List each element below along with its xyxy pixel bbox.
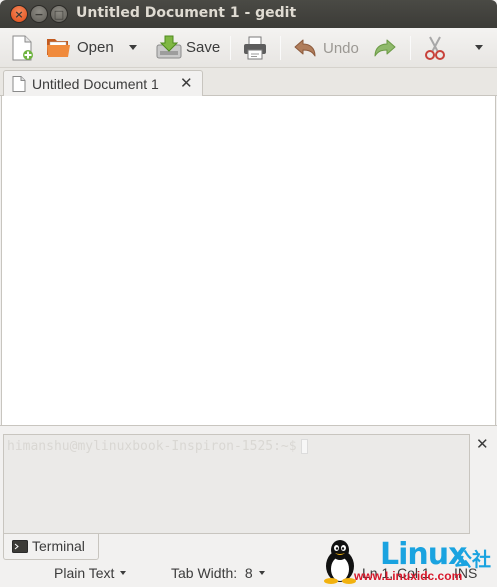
cut-button[interactable] [424,36,446,60]
tab-width-selector[interactable]: Tab Width: 8 [171,565,265,581]
minimize-icon: − [34,7,44,21]
terminal-prompt: himanshu@mylinuxbook-Inspiron-1525:~$ [7,439,297,454]
terminal-icon [12,540,28,553]
tab-label: Untitled Document 1 [32,76,159,92]
redo-button[interactable] [373,37,397,59]
chevron-down-icon [475,45,483,50]
print-button[interactable] [243,36,267,60]
tab-terminal[interactable]: Terminal [3,534,99,560]
window-title: Untitled Document 1 - gedit [76,5,297,21]
toolbar-overflow-dropdown[interactable] [475,45,483,50]
watermark-suffix: 公社 [453,549,492,571]
new-button[interactable] [10,35,34,61]
language-selector[interactable]: Plain Text [54,565,127,581]
text-document-icon [12,76,26,92]
open-button[interactable]: Open [46,36,114,58]
scissors-icon [425,36,445,60]
maximize-icon: □ [53,7,65,21]
new-document-icon [12,35,33,61]
undo-icon [294,39,316,57]
folder-open-icon [47,39,70,57]
open-label: Open [77,38,114,56]
terminal-cursor [300,439,308,454]
chevron-down-icon [258,571,265,575]
close-icon[interactable]: ✕ [476,435,489,453]
tab-label: Terminal [32,538,85,554]
text-editor[interactable] [1,96,496,425]
window-minimize-button[interactable]: − [30,5,48,23]
save-icon [156,35,182,59]
title-bar: × − □ Untitled Document 1 - gedit [0,0,497,28]
redo-icon [374,39,396,57]
undo-label: Undo [323,39,359,57]
watermark: Linux 公社 www.Linuxidc.com [322,536,497,587]
close-icon[interactable]: ✕ [180,74,193,92]
toolbar-separator [230,36,231,60]
window-close-button[interactable]: × [10,5,28,23]
tab-width-label: Tab Width: 8 [171,565,253,581]
chevron-down-icon [120,571,127,575]
window-maximize-button[interactable]: □ [50,5,68,23]
close-icon: × [14,7,24,21]
watermark-url: www.Linuxidc.com [354,569,463,583]
undo-button[interactable]: Undo [293,37,359,59]
language-label: Plain Text [54,565,115,581]
tab-untitled-document-1[interactable]: Untitled Document 1 ✕ [3,70,203,97]
save-label: Save [186,38,221,56]
toolbar-separator [280,36,281,60]
toolbar: Open Save Undo [0,28,497,68]
toolbar-separator [410,36,411,60]
chevron-down-icon [129,45,137,50]
terminal-view[interactable]: himanshu@mylinuxbook-Inspiron-1525:~$ [3,434,470,534]
save-button[interactable]: Save [156,35,220,59]
open-recent-dropdown[interactable] [129,45,137,50]
tux-penguin-icon [324,540,356,584]
document-tab-strip: Untitled Document 1 ✕ [0,68,497,97]
print-icon [244,36,266,60]
